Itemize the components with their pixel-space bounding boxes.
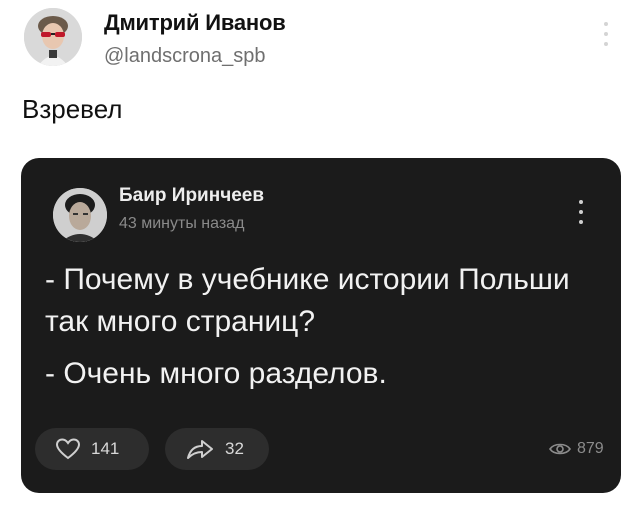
avatar-image [24, 8, 82, 66]
view-count: 879 [577, 440, 604, 457]
eye-icon [549, 443, 571, 455]
embedded-post-line-2: - Очень много разделов. [45, 357, 387, 390]
embedded-post-card[interactable]: Баир Иринчеев 43 минуты назад - Почему в… [21, 158, 621, 493]
author-avatar[interactable] [24, 8, 82, 66]
embedded-avatar-image [53, 188, 107, 242]
share-count: 32 [225, 439, 244, 458]
share-arrow-icon [187, 440, 213, 459]
embedded-author-avatar[interactable] [53, 188, 107, 242]
heart-icon [55, 438, 81, 460]
embedded-author-name[interactable]: Баир Иринчеев [119, 185, 264, 207]
like-count: 141 [91, 439, 120, 458]
embedded-post-line-1: - Почему в учебнике истории Польши так м… [45, 263, 570, 338]
embedded-post-time: 43 минуты назад [119, 215, 245, 232]
share-button[interactable]: 32 [165, 428, 269, 470]
views-counter: 879 [549, 440, 604, 458]
author-name[interactable]: Дмитрий Иванов [104, 10, 286, 36]
tweet-text: Взревел [22, 94, 123, 124]
more-options-icon[interactable] [600, 22, 612, 52]
like-button[interactable]: 141 [35, 428, 149, 470]
author-handle[interactable]: @landscrona_spb [104, 45, 266, 68]
embedded-more-options-icon[interactable] [577, 200, 585, 232]
